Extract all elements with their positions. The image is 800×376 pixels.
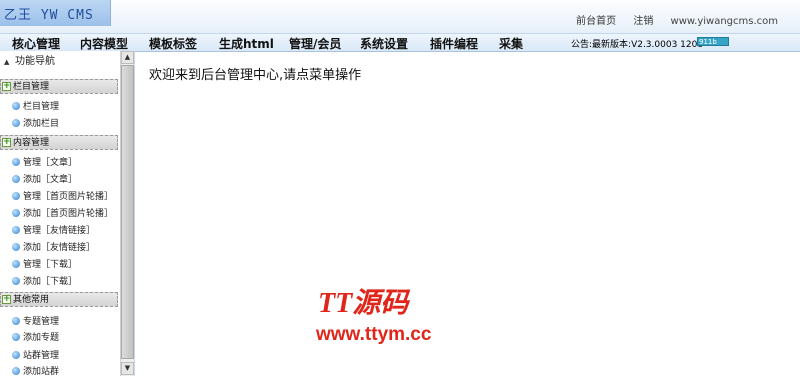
nav-members[interactable]: 管理/会员 bbox=[289, 35, 341, 52]
item-label: 管理［首页图片轮播］ bbox=[23, 192, 114, 202]
sidebar-item-column-manage[interactable]: 栏目管理 bbox=[12, 100, 59, 114]
bullet-icon bbox=[12, 333, 20, 341]
nav-core[interactable]: 核心管理 bbox=[12, 35, 60, 52]
bullet-icon bbox=[12, 192, 20, 200]
nav-content-model[interactable]: 内容模型 bbox=[80, 35, 128, 52]
bullet-icon bbox=[12, 209, 20, 217]
sidebar-title: 功能导航 bbox=[15, 56, 55, 67]
group-content-management[interactable]: + 内容管理 bbox=[0, 135, 118, 150]
sidebar-item-links-manage[interactable]: 管理［友情链接］ bbox=[12, 224, 95, 238]
pane-divider bbox=[134, 51, 135, 376]
sidebar-header[interactable]: ▲ 功能导航 bbox=[0, 51, 120, 73]
header-bar: 乙王 YW CMS 前台首页 注销 www.yiwangcms.com bbox=[0, 0, 800, 33]
item-label: 管理［下载］ bbox=[23, 260, 78, 270]
version-notice: 公告:最新版本:V2.3.0003 1208 bbox=[571, 40, 704, 50]
nav-plugins[interactable]: 插件编程 bbox=[430, 35, 478, 52]
sidebar-menu: ▲ 功能导航 + 栏目管理 栏目管理 添加栏目 + 内容管理 管理［文章］ 添加… bbox=[0, 51, 120, 376]
watermark-title: TT源码 bbox=[318, 288, 411, 319]
item-label: 添加［文章］ bbox=[23, 175, 78, 185]
watermark-logo: TT源码 www.ttym.cc bbox=[316, 288, 432, 345]
sidebar-item-station-manage[interactable]: 站群管理 bbox=[12, 349, 59, 363]
item-label: 添加专题 bbox=[23, 333, 60, 343]
top-links: 前台首页 注销 www.yiwangcms.com bbox=[562, 12, 778, 27]
group-label: 内容管理 bbox=[13, 138, 50, 148]
bullet-icon bbox=[12, 260, 20, 268]
sidebar-item-links-add[interactable]: 添加［友情链接］ bbox=[12, 241, 95, 255]
item-label: 添加［下载］ bbox=[23, 277, 78, 287]
sidebar-scrollbar[interactable]: ▲ ▼ bbox=[120, 51, 134, 376]
notice-badge: 911b bbox=[697, 37, 729, 46]
item-label: 添加［友情链接］ bbox=[23, 243, 96, 253]
group-label: 栏目管理 bbox=[13, 82, 50, 92]
bullet-icon bbox=[12, 175, 20, 183]
logo-box: 乙王 YW CMS bbox=[0, 0, 111, 26]
welcome-message: 欢迎来到后台管理中心,请点菜单操作 bbox=[149, 68, 362, 83]
nav-generate-html[interactable]: 生成html bbox=[219, 35, 274, 52]
watermark-url: www.ttym.cc bbox=[316, 324, 432, 345]
expand-plus-icon: + bbox=[2, 137, 11, 147]
front-home-link[interactable]: 前台首页 bbox=[576, 16, 616, 27]
scroll-up-arrow-icon[interactable]: ▲ bbox=[121, 51, 134, 64]
sidebar-item-station-add[interactable]: 添加站群 bbox=[12, 365, 59, 376]
group-other-common[interactable]: + 其他常用 bbox=[0, 292, 118, 307]
expand-plus-icon: + bbox=[2, 294, 11, 304]
item-label: 添加［首页图片轮播］ bbox=[23, 209, 114, 219]
nav-system-settings[interactable]: 系统设置 bbox=[360, 35, 408, 52]
sidebar-item-topic-manage[interactable]: 专题管理 bbox=[12, 315, 59, 329]
sidebar-item-download-manage[interactable]: 管理［下载］ bbox=[12, 258, 77, 272]
sidebar-item-download-add[interactable]: 添加［下载］ bbox=[12, 275, 77, 289]
logo: 乙王 YW CMS bbox=[4, 8, 94, 23]
item-label: 管理［文章］ bbox=[23, 158, 78, 168]
item-label: 添加站群 bbox=[23, 367, 60, 376]
logout-link[interactable]: 注销 bbox=[633, 16, 653, 27]
collapse-triangle-icon: ▲ bbox=[4, 58, 10, 66]
site-url-link[interactable]: www.yiwangcms.com bbox=[671, 16, 778, 27]
bullet-icon bbox=[12, 102, 20, 110]
item-label: 管理［友情链接］ bbox=[23, 226, 96, 236]
bullet-icon bbox=[12, 243, 20, 251]
group-column-management[interactable]: + 栏目管理 bbox=[0, 79, 118, 94]
nav-collect[interactable]: 采集 bbox=[499, 35, 523, 52]
main-nav: 核心管理 内容模型 模板标签 生成html 管理/会员 系统设置 插件编程 采集… bbox=[0, 33, 800, 52]
group-label: 其他常用 bbox=[13, 295, 50, 305]
item-label: 添加栏目 bbox=[23, 119, 60, 129]
sidebar-item-article-manage[interactable]: 管理［文章］ bbox=[12, 156, 77, 170]
sidebar-item-slider-manage[interactable]: 管理［首页图片轮播］ bbox=[12, 190, 113, 204]
bullet-icon bbox=[12, 351, 20, 359]
sidebar-item-column-add[interactable]: 添加栏目 bbox=[12, 117, 59, 131]
sidebar-item-slider-add[interactable]: 添加［首页图片轮播］ bbox=[12, 207, 113, 221]
scroll-thumb[interactable] bbox=[121, 65, 134, 359]
sidebar-item-topic-add[interactable]: 添加专题 bbox=[12, 331, 59, 345]
bullet-icon bbox=[12, 277, 20, 285]
expand-plus-icon: + bbox=[2, 81, 11, 91]
scroll-down-arrow-icon[interactable]: ▼ bbox=[121, 362, 134, 375]
bullet-icon bbox=[12, 317, 20, 325]
sidebar: ▲ 功能导航 + 栏目管理 栏目管理 添加栏目 + 内容管理 管理［文章］ 添加… bbox=[0, 51, 134, 376]
bullet-icon bbox=[12, 119, 20, 127]
bullet-icon bbox=[12, 226, 20, 234]
sidebar-item-article-add[interactable]: 添加［文章］ bbox=[12, 173, 77, 187]
nav-template-tags[interactable]: 模板标签 bbox=[149, 35, 197, 52]
bullet-icon bbox=[12, 367, 20, 375]
item-label: 栏目管理 bbox=[23, 102, 60, 112]
bullet-icon bbox=[12, 158, 20, 166]
item-label: 专题管理 bbox=[23, 317, 60, 327]
item-label: 站群管理 bbox=[23, 351, 60, 361]
